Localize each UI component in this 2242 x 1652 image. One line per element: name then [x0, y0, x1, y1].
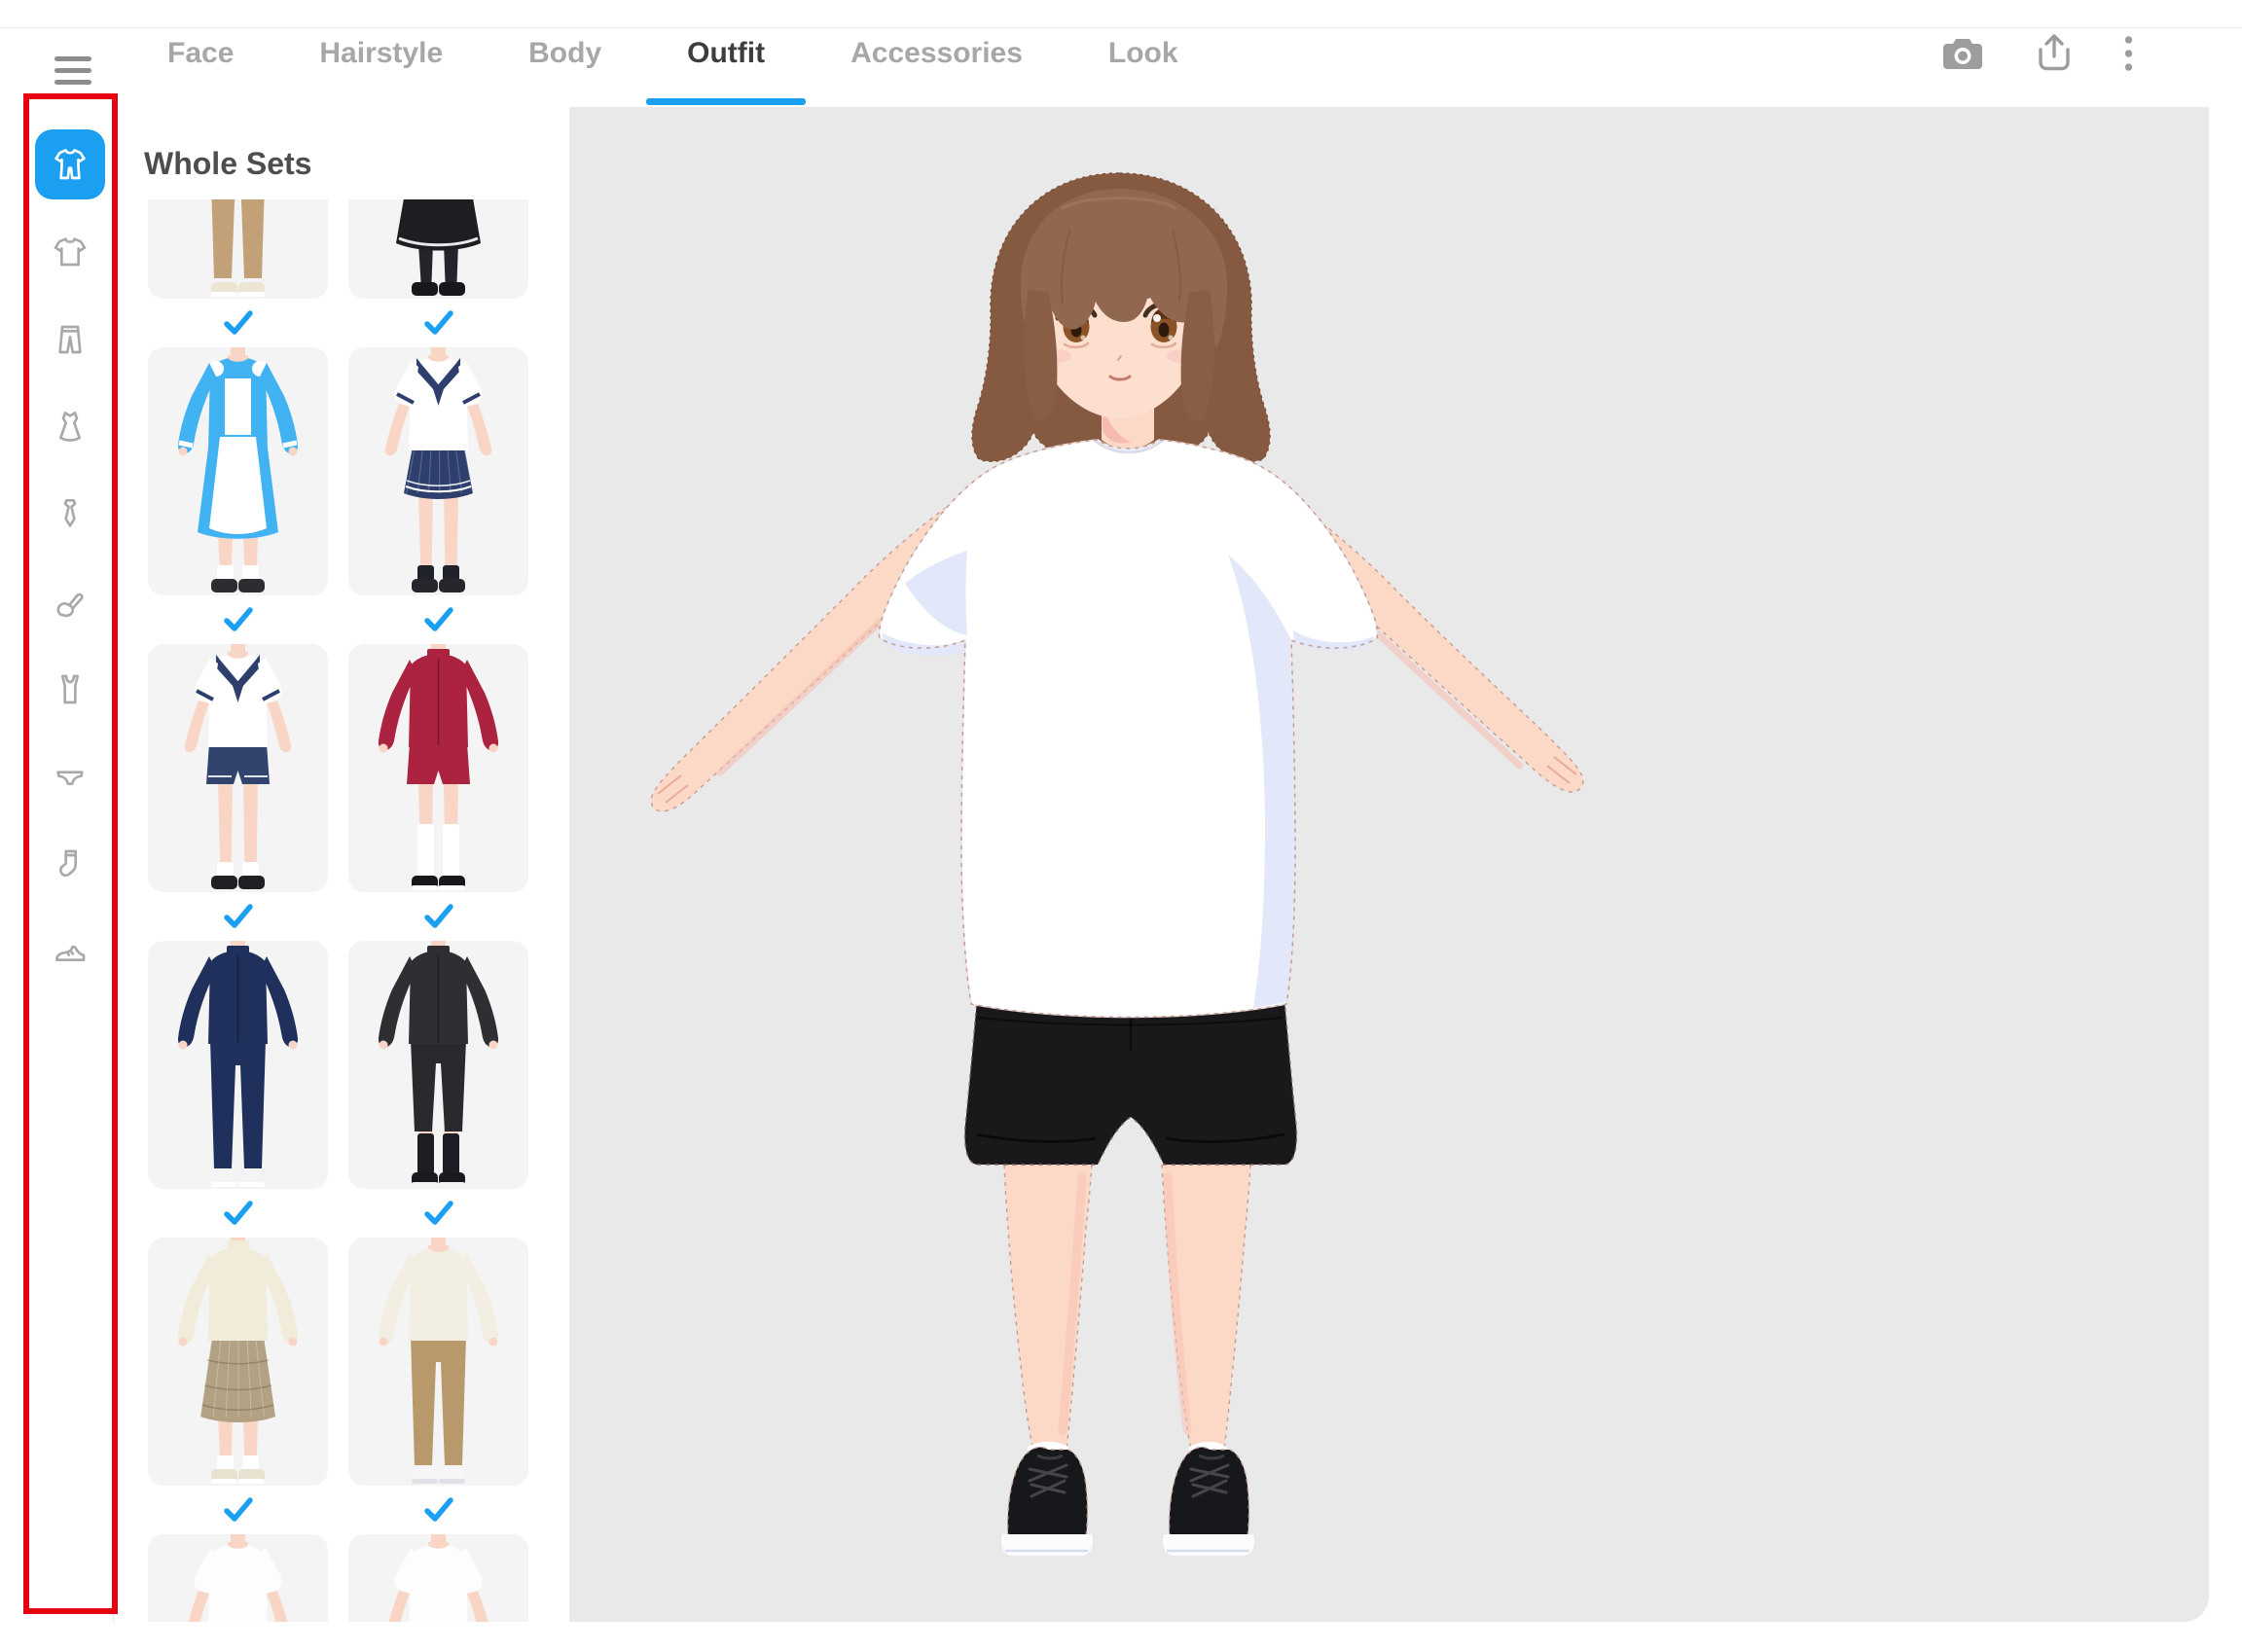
check-icon	[224, 1201, 253, 1227]
character-avatar	[623, 136, 1635, 1622]
necktie-icon	[51, 495, 90, 534]
export-button[interactable]	[2035, 33, 2074, 74]
outfit-card-white-tee-set-b[interactable]	[348, 1534, 528, 1622]
shoes-icon	[51, 933, 90, 972]
outfit-card-sweater-beige-pants-set[interactable]	[148, 199, 328, 299]
sidebar-item-gloves[interactable]	[35, 567, 105, 637]
sidebar-item-tops[interactable]	[35, 217, 105, 287]
sidebar-item-necktie[interactable]	[35, 480, 105, 550]
sidebar-item-socks[interactable]	[35, 830, 105, 900]
tab-body[interactable]: Body	[528, 0, 601, 107]
camera-button[interactable]	[1941, 35, 1984, 72]
outfit-card-blue-maid-dress-set[interactable]	[148, 347, 328, 595]
tops-icon	[51, 233, 90, 271]
outfit-card-sailor-uniform-set[interactable]	[348, 347, 528, 595]
outfit-cell	[348, 347, 528, 595]
outfit-card-navy-tracksuit-set[interactable]	[148, 941, 328, 1189]
outfit-cell	[148, 199, 328, 299]
outfit-cell	[148, 1534, 328, 1622]
check-icon	[424, 1497, 453, 1524]
sidebar-item-one-piece[interactable]	[35, 392, 105, 462]
toolbar-actions	[1941, 0, 2133, 107]
share-export-icon	[2035, 33, 2074, 74]
outfit-card-black-jacket-capri-set[interactable]	[348, 941, 528, 1189]
outfit-cell	[148, 941, 328, 1189]
t-shirt	[879, 440, 1377, 1018]
outfit-card-sweater-plaid-skirt-set[interactable]	[148, 1238, 328, 1486]
check-icon	[424, 904, 453, 930]
outfit-cell	[148, 347, 328, 595]
one-set-icon	[51, 145, 90, 184]
socks-icon	[51, 845, 90, 884]
outfit-cell	[348, 941, 528, 1189]
outfit-card-black-long-dress-set[interactable]	[348, 199, 528, 299]
inner-icon	[51, 670, 90, 709]
check-icon	[224, 904, 253, 930]
check-icon	[224, 607, 253, 633]
main-tabs: Face Hairstyle Body Outfit Accessories Look	[167, 0, 1178, 107]
outfit-panel: Whole Sets	[114, 107, 569, 1622]
check-icon	[424, 310, 453, 337]
outfit-cell	[348, 1534, 528, 1622]
one-piece-icon	[51, 408, 90, 447]
tab-hairstyle[interactable]: Hairstyle	[319, 0, 443, 107]
panel-title: Whole Sets	[144, 146, 311, 182]
hamburger-menu-button[interactable]	[54, 56, 91, 85]
tab-face[interactable]: Face	[167, 0, 234, 107]
outfit-cell	[148, 1238, 328, 1486]
tab-accessories[interactable]: Accessories	[850, 0, 1023, 107]
sidebar-item-bottoms[interactable]	[35, 305, 105, 375]
outfit-cell	[348, 1238, 528, 1486]
check-icon	[424, 1201, 453, 1227]
tab-outfit[interactable]: Outfit	[687, 0, 765, 107]
hamburger-menu-icon	[54, 56, 91, 61]
outfit-card-red-tracksuit-shorts-set[interactable]	[348, 644, 528, 892]
outfit-card-white-tee-set-a[interactable]	[148, 1534, 328, 1622]
outfit-cell	[348, 199, 528, 299]
outfit-list-scroll[interactable]	[114, 199, 569, 1622]
bottoms-icon	[51, 320, 90, 359]
outfit-cell	[348, 644, 528, 892]
right-shoe	[1170, 1448, 1249, 1537]
top-toolbar: Face Hairstyle Body Outfit Accessories Look	[0, 0, 2242, 107]
check-icon	[224, 1497, 253, 1524]
sidebar-item-inner[interactable]	[35, 655, 105, 725]
more-options-button[interactable]	[2124, 35, 2133, 72]
category-sidebar	[0, 107, 114, 1622]
viewport-3d[interactable]	[569, 107, 2209, 1622]
outfit-card-sweater-tan-pants-set[interactable]	[348, 1238, 528, 1486]
left-shoe	[1008, 1448, 1088, 1537]
gloves-icon	[51, 583, 90, 622]
underwear-icon	[51, 758, 90, 797]
kebab-menu-icon	[2124, 35, 2133, 72]
sidebar-item-one-set[interactable]	[35, 129, 105, 199]
outfit-card-sailor-gym-set[interactable]	[148, 644, 328, 892]
tab-look[interactable]: Look	[1108, 0, 1178, 107]
camera-icon	[1941, 35, 1984, 72]
check-icon	[424, 607, 453, 633]
outfit-cell	[148, 644, 328, 892]
sidebar-item-underwear[interactable]	[35, 742, 105, 812]
check-icon	[224, 310, 253, 337]
sidebar-item-shoes[interactable]	[35, 917, 105, 988]
